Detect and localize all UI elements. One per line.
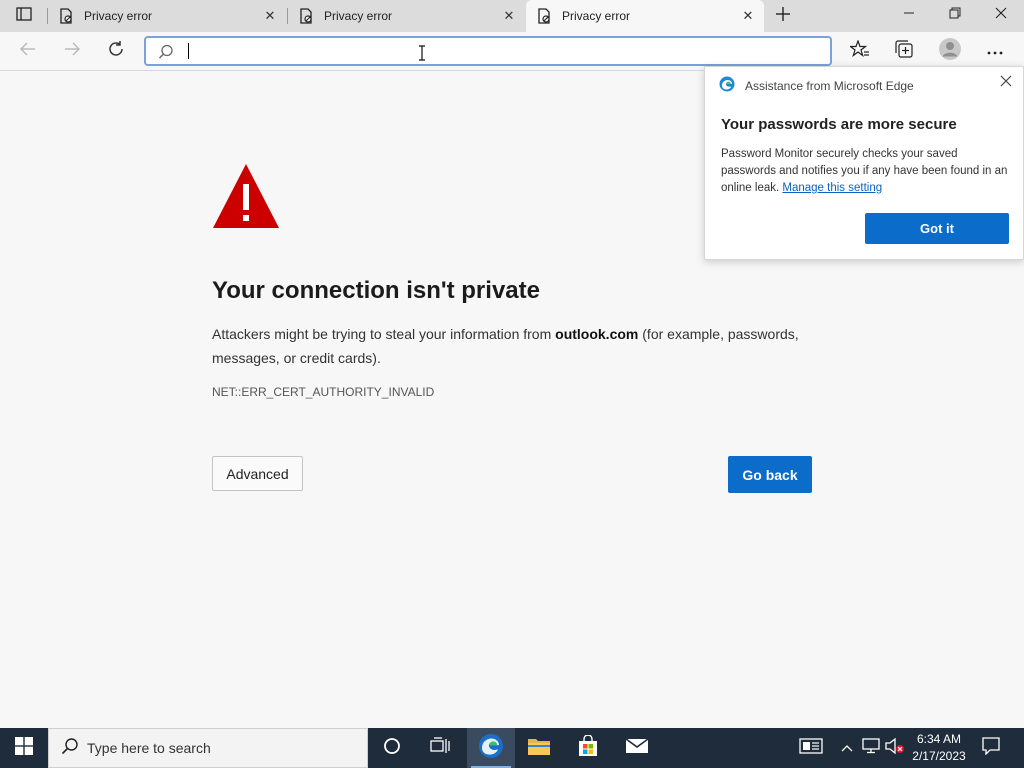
tab-close-button[interactable]: ✕ [738,6,758,26]
address-bar[interactable] [144,36,832,66]
more-icon [987,42,1003,60]
more-button[interactable] [980,36,1010,66]
popup-body: Password Monitor securely checks your sa… [721,146,1013,197]
mail-icon [625,737,649,759]
taskbar-search-placeholder: Type here to search [87,740,211,756]
advanced-button[interactable]: Advanced [212,456,303,491]
popup-close-button[interactable] [997,74,1015,92]
news-icon [799,737,823,759]
clock-time: 6:34 AM [916,732,962,746]
got-it-button[interactable]: Got it [865,213,1009,244]
text-caret [188,43,189,59]
go-back-button[interactable]: Go back [728,456,812,493]
error-title: Your connection isn't private [212,277,540,304]
start-button[interactable] [0,728,48,768]
privacy-error-favicon [536,8,552,24]
tab-privacy-error-1[interactable]: Privacy error ✕ [48,0,286,32]
tab-title: Privacy error [562,9,631,23]
tab-privacy-error-2[interactable]: Privacy error ✕ [288,0,525,32]
tab-strip: Privacy error ✕ Privacy error ✕ Privacy … [0,0,1024,32]
network-button[interactable] [860,728,882,768]
volume-muted-icon [885,737,905,759]
taskbar: Type here to search 6:34 AM 2/17/2023 [0,728,1024,768]
volume-button[interactable] [884,728,906,768]
file-explorer-button[interactable] [515,728,563,768]
mail-button[interactable] [613,728,661,768]
tab-privacy-error-3-active[interactable]: Privacy error ✕ [526,0,764,32]
tab-actions-button[interactable] [10,6,38,26]
close-icon [1000,74,1012,92]
password-monitor-popup: Assistance from Microsoft Edge Your pass… [704,66,1024,260]
new-tab-icon [775,6,791,27]
forward-button[interactable] [57,36,87,66]
restore-button[interactable] [932,0,978,30]
task-view-icon [430,736,450,760]
windows-start-icon [15,736,33,760]
store-button[interactable] [564,728,612,768]
tab-title: Privacy error [84,9,153,23]
close-window-icon [995,6,1007,24]
popup-header-text: Assistance from Microsoft Edge [745,78,914,93]
tab-title: Privacy error [324,9,393,23]
new-tab-button[interactable] [770,4,796,28]
minimize-button[interactable] [886,0,932,30]
favorites-icon [848,38,870,63]
taskbar-search-box[interactable]: Type here to search [48,728,368,768]
chevron-up-icon [841,739,853,757]
favorites-button[interactable] [845,36,875,66]
notifications-icon [982,736,1000,760]
privacy-error-favicon [58,8,74,24]
collections-button[interactable] [889,36,919,66]
close-window-button[interactable] [978,0,1024,30]
error-domain: outlook.com [555,326,639,342]
minimize-icon [903,6,915,24]
error-desc-before: Attackers might be trying to steal your … [212,326,556,342]
collections-icon [894,39,914,63]
restore-icon [949,6,961,24]
text-cursor-icon [418,45,426,66]
cortana-button[interactable] [368,728,416,768]
popup-title: Your passwords are more secure [721,116,957,133]
store-icon [577,733,599,762]
cortana-icon [383,737,401,760]
tab-actions-icon [16,6,32,26]
error-description: Attackers might be trying to steal your … [212,322,812,370]
profile-icon [938,37,962,66]
edge-taskbar-icon [478,733,504,764]
refresh-icon [107,40,125,63]
edge-taskbar-button[interactable] [467,728,515,768]
address-input[interactable] [186,41,806,61]
privacy-error-favicon [298,8,314,24]
search-icon [61,737,79,760]
news-button[interactable] [796,728,826,768]
manage-setting-link[interactable]: Manage this setting [782,182,882,194]
warning-icon [212,162,280,235]
profile-button[interactable] [935,36,965,66]
back-button[interactable] [13,36,43,66]
edge-logo-icon [719,76,735,95]
file-explorer-icon [527,736,551,761]
network-icon [862,737,880,759]
search-icon [158,44,174,65]
refresh-button[interactable] [101,36,131,66]
forward-icon [63,41,81,62]
task-view-button[interactable] [416,728,464,768]
popup-header: Assistance from Microsoft Edge [719,76,914,95]
notifications-button[interactable] [976,728,1006,768]
back-icon [19,41,37,62]
tab-close-button[interactable]: ✕ [499,6,519,26]
system-clock[interactable]: 6:34 AM 2/17/2023 [906,731,972,765]
show-hidden-icons-button[interactable] [838,728,856,768]
error-code: NET::ERR_CERT_AUTHORITY_INVALID [212,385,435,399]
clock-date: 2/17/2023 [912,749,966,763]
tab-close-button[interactable]: ✕ [260,6,280,26]
